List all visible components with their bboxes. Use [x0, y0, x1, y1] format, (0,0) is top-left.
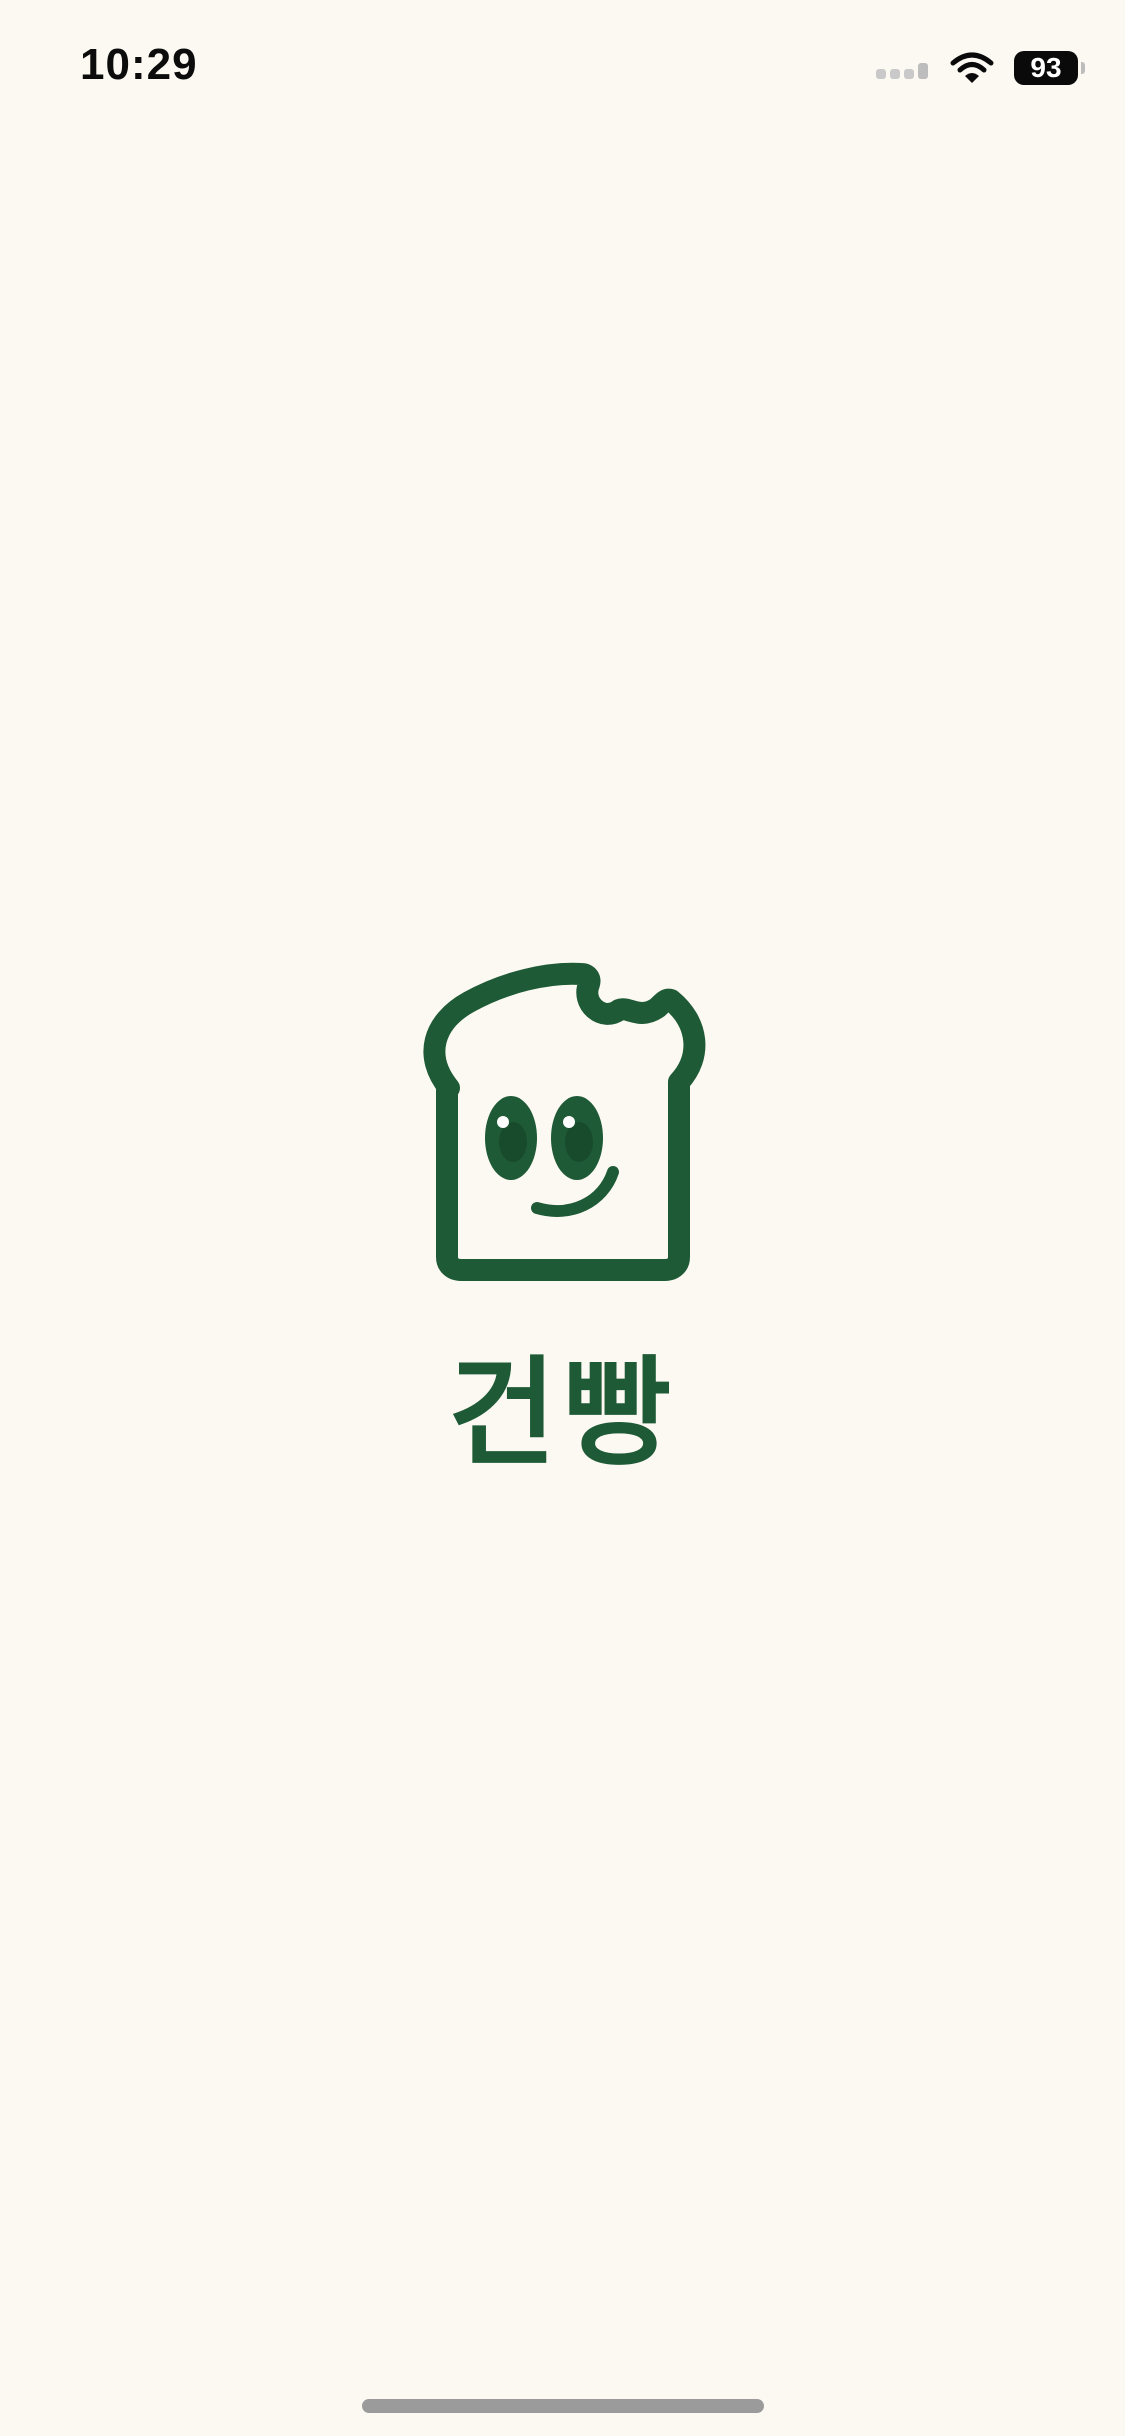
- app-name: 건빵: [447, 1344, 678, 1482]
- wifi-icon: [950, 52, 994, 83]
- home-indicator[interactable]: [362, 2399, 764, 2413]
- battery-icon: 93: [1014, 51, 1085, 85]
- status-time: 10:29: [80, 40, 198, 89]
- splash-screen: 건빵: [0, 960, 1125, 1478]
- status-bar: 10:29 93: [0, 0, 1125, 140]
- status-icons: 93: [876, 46, 1085, 90]
- cellular-signal-icon: [876, 57, 928, 79]
- battery-level: 93: [1014, 51, 1078, 85]
- battery-tip: [1081, 62, 1085, 74]
- bread-mascot-icon: [422, 962, 705, 1281]
